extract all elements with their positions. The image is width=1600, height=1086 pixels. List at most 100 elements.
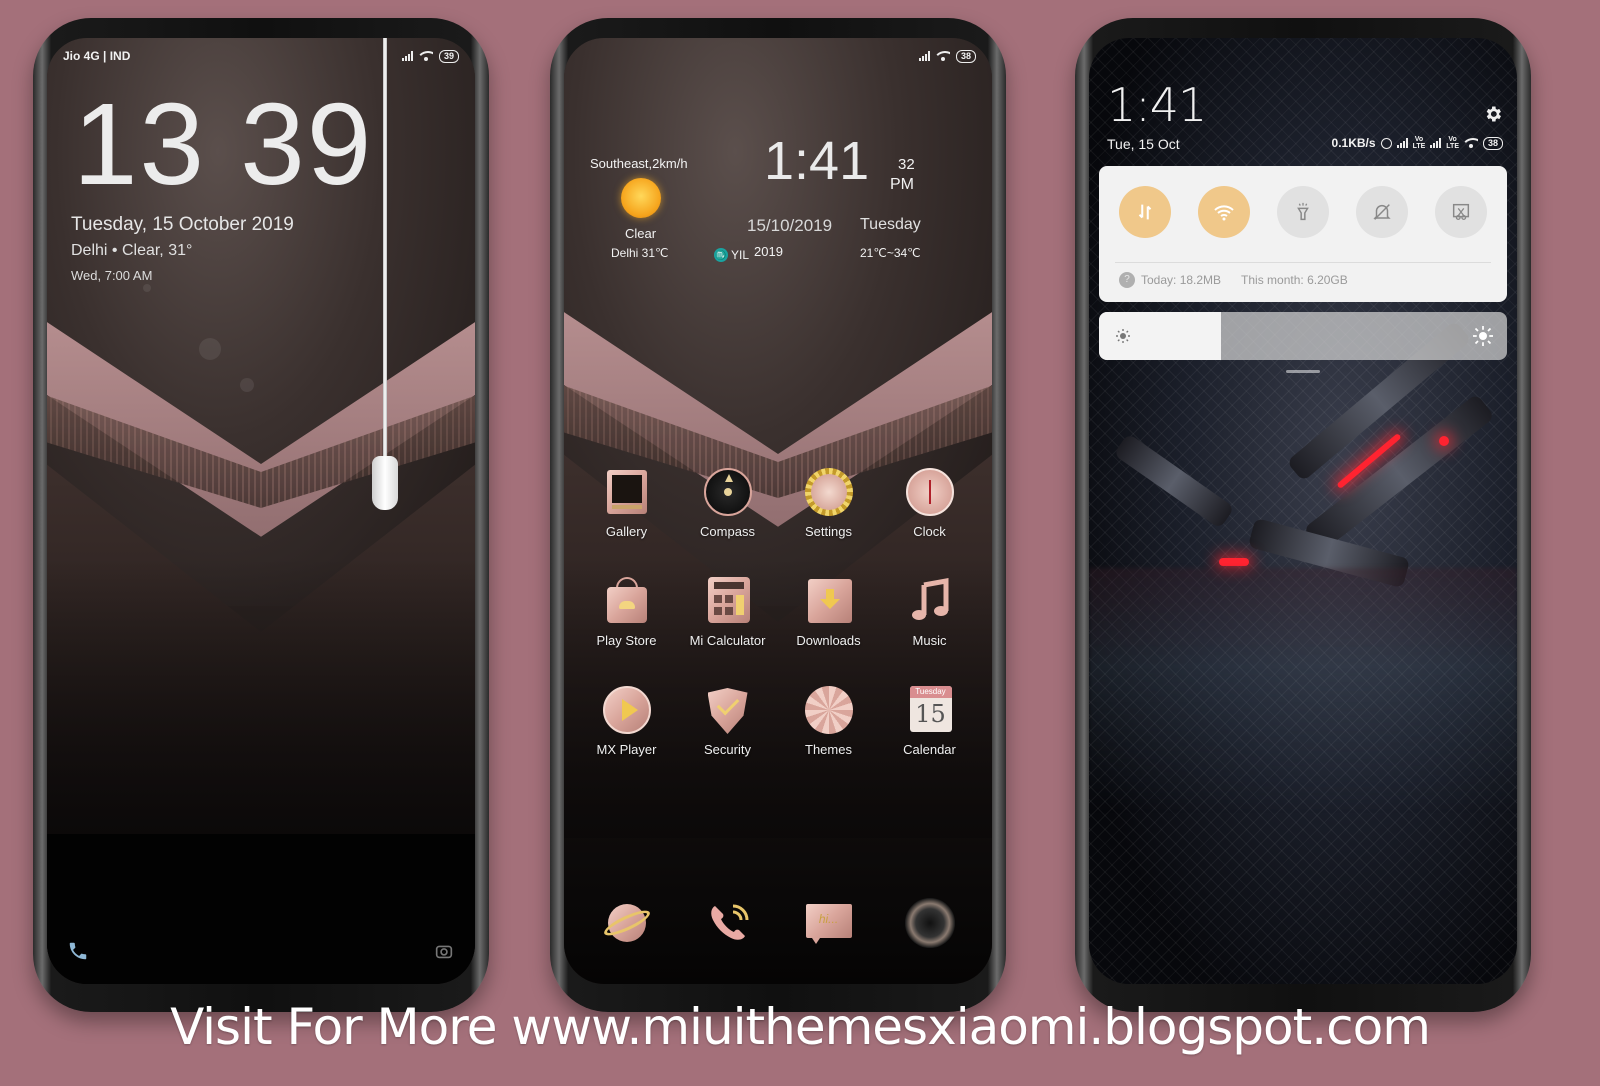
- dock-messaging[interactable]: hi...: [778, 898, 879, 948]
- app-music[interactable]: Music: [879, 577, 980, 648]
- app-clock[interactable]: Clock: [879, 468, 980, 539]
- battery-indicator: 38: [1482, 136, 1503, 150]
- lock-alarm: Wed, 7:00 AM: [71, 268, 153, 283]
- app-label: Themes: [805, 742, 852, 757]
- phone-notification-shade: 1:41 Tue, 15 Oct 0.1KB/s Vo LTE Vo LTE 38: [1075, 18, 1531, 1012]
- battery-indicator: 39: [438, 49, 459, 63]
- gallery-icon: [603, 468, 651, 516]
- clock-time: 1:41: [764, 131, 870, 191]
- divider: [1115, 262, 1491, 263]
- battery-indicator: 38: [955, 49, 976, 63]
- app-label: Music: [912, 633, 947, 648]
- status-bar: 38: [580, 46, 976, 66]
- status-bar: 0.1KB/s Vo LTE Vo LTE 38: [1332, 136, 1503, 150]
- pull-cord-unlock[interactable]: [383, 38, 387, 468]
- signal-icon-sim1: [1396, 138, 1408, 148]
- lock-date: Tuesday, 15 October 2019: [71, 214, 294, 235]
- app-calendar[interactable]: Tuesday 15 Calendar: [879, 686, 980, 757]
- data-usage[interactable]: ? Today: 18.2MB This month: 6.20GB: [1119, 272, 1348, 288]
- app-security[interactable]: Security: [677, 686, 778, 757]
- camera-icon[interactable]: [433, 940, 455, 962]
- app-label: Downloads: [796, 633, 861, 648]
- wind-label: Southeast,2km/h: [590, 156, 688, 171]
- brightness-high-icon: [1473, 326, 1493, 346]
- shade-date: Tue, 15 Oct: [1107, 136, 1180, 152]
- data-usage-month: This month: 6.20GB: [1241, 273, 1348, 287]
- shade-drag-handle[interactable]: [1286, 370, 1320, 373]
- calendar-icon: Tuesday 15: [906, 686, 954, 734]
- clock-day: Tuesday: [860, 216, 921, 233]
- toggle-mobile-data[interactable]: [1119, 186, 1171, 238]
- clock-icon: [905, 468, 954, 516]
- app-mx-player[interactable]: MX Player: [576, 686, 677, 757]
- app-label: Mi Calculator: [689, 633, 766, 648]
- screenshot-icon: [1452, 203, 1470, 220]
- settings-icon: [804, 468, 853, 516]
- browser-icon: [600, 898, 653, 948]
- sun-icon: [621, 178, 661, 218]
- app-mi-calculator[interactable]: Mi Calculator: [677, 577, 778, 648]
- app-label: Security: [704, 742, 751, 757]
- flashlight-icon: [1297, 202, 1309, 221]
- lock-weather: Delhi • Clear, 31°: [71, 242, 193, 259]
- app-label: Calendar: [903, 742, 956, 757]
- silent-icon: [1373, 204, 1391, 220]
- temp-range: 21℃~34℃: [860, 246, 921, 260]
- toggle-wifi[interactable]: [1198, 186, 1250, 238]
- lock-clock: 13 39: [73, 79, 374, 209]
- signal-icon-sim2: [1430, 138, 1442, 148]
- dock-camera[interactable]: [879, 898, 980, 948]
- dock-browser[interactable]: [576, 898, 677, 948]
- lockscreen: Jio 4G | IND 39 13 39 Tuesday, 15 Octobe…: [47, 38, 475, 984]
- wifi-icon: [935, 51, 950, 61]
- app-compass[interactable]: Compass: [677, 468, 778, 539]
- zodiac: ♏ YIL: [714, 248, 749, 262]
- clock-date: 15/10/2019: [747, 216, 833, 235]
- phone-icon[interactable]: [67, 940, 89, 962]
- phone-icon: [703, 898, 753, 948]
- toggle-silent[interactable]: [1356, 186, 1408, 238]
- mx-player-icon: [602, 686, 651, 734]
- status-bar: Jio 4G | IND 39: [63, 46, 459, 66]
- toggle-flashlight[interactable]: [1277, 186, 1329, 238]
- calendar-icon-date: 15: [915, 700, 946, 728]
- play-store-icon: [603, 577, 651, 625]
- brightness-slider[interactable]: [1099, 312, 1507, 360]
- app-label: Compass: [700, 524, 755, 539]
- compass-icon: [703, 468, 752, 516]
- app-label: Play Store: [596, 633, 657, 648]
- dock: hi...: [576, 898, 980, 948]
- promo-banner: Visit For More www.miuithemesxiaomi.blog…: [170, 998, 1431, 1056]
- messaging-icon: hi...: [804, 898, 854, 948]
- app-label: MX Player: [596, 742, 657, 757]
- weather-condition: Clear: [625, 226, 657, 241]
- app-label: Settings: [805, 524, 852, 539]
- phone-homescreen: 38 Southeast,2km/h Clear Delhi 31℃ 1:41 …: [550, 18, 1006, 1012]
- calculator-icon: [704, 577, 752, 625]
- shade-time: 1:41: [1107, 78, 1207, 132]
- toggle-screenshot[interactable]: [1435, 186, 1487, 238]
- signal-icon: [401, 51, 413, 61]
- signal-icon: [918, 51, 930, 61]
- app-downloads[interactable]: Downloads: [778, 577, 879, 648]
- settings-gear-icon[interactable]: [1483, 104, 1503, 124]
- phone-lockscreen: Jio 4G | IND 39 13 39 Tuesday, 15 Octobe…: [33, 18, 489, 1012]
- help-icon: ?: [1119, 272, 1135, 288]
- dock-phone[interactable]: [677, 898, 778, 948]
- app-play-store[interactable]: Play Store: [576, 577, 677, 648]
- carrier-label: Jio 4G | IND: [63, 49, 131, 63]
- wifi-icon: [1463, 138, 1478, 148]
- data-usage-today: Today: 18.2MB: [1141, 273, 1222, 287]
- calendar-icon-day: Tuesday: [909, 686, 952, 698]
- pull-cord-handle[interactable]: [372, 456, 398, 510]
- downloads-icon: [805, 577, 853, 625]
- app-gallery[interactable]: Gallery: [576, 468, 677, 539]
- themes-icon: [804, 686, 853, 734]
- app-themes[interactable]: Themes: [778, 686, 879, 757]
- app-settings[interactable]: Settings: [778, 468, 879, 539]
- wifi-icon: [1214, 205, 1234, 221]
- app-label: Gallery: [605, 524, 648, 539]
- mobile-data-icon: [1138, 204, 1152, 220]
- clock-year: 2019: [754, 244, 783, 259]
- weather-city-temp: Delhi 31℃: [611, 246, 669, 260]
